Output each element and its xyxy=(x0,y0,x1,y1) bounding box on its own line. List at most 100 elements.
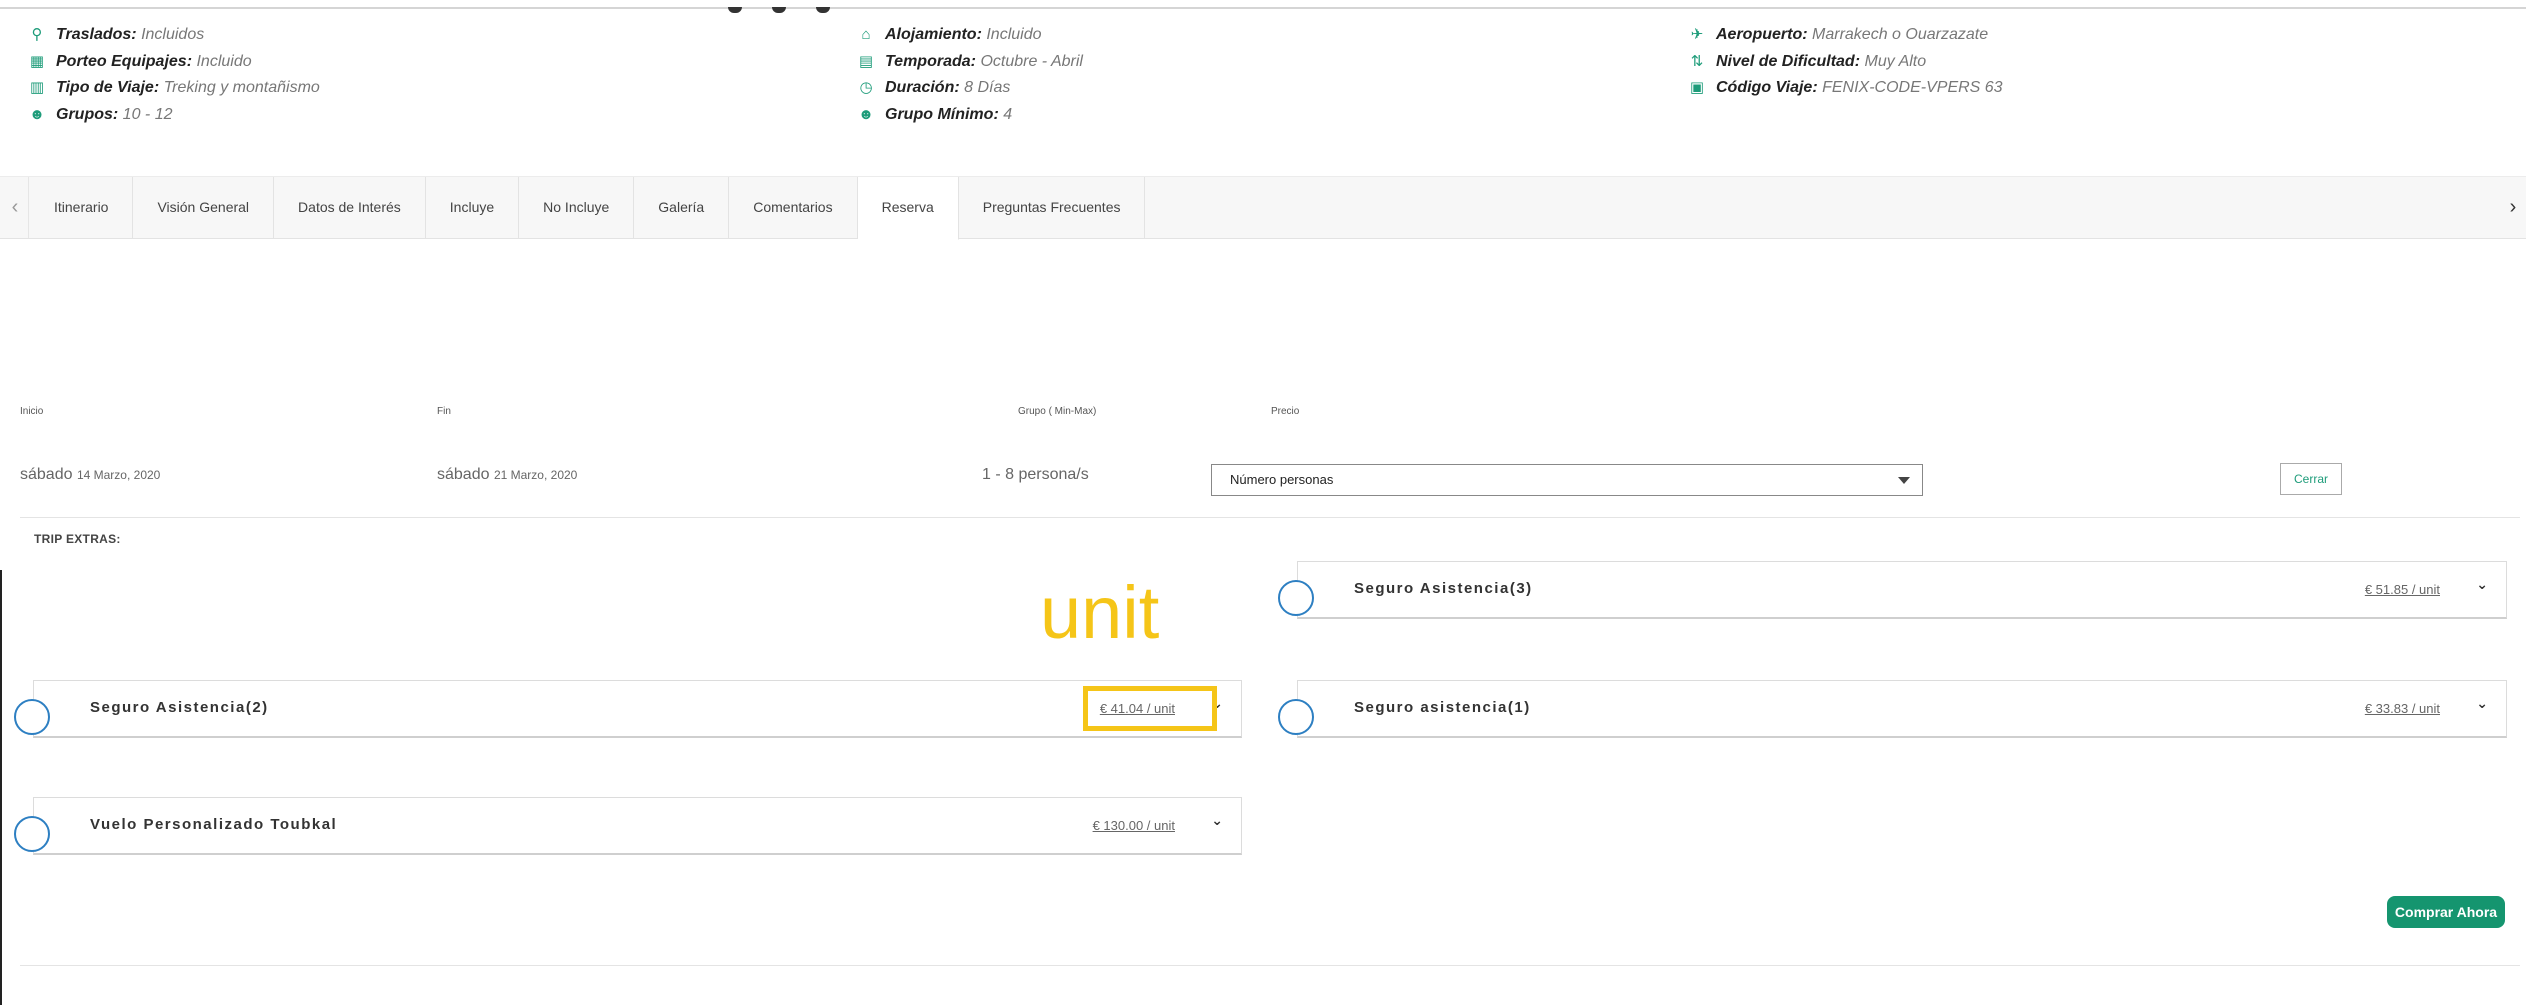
close-button[interactable]: Cerrar xyxy=(2280,463,2342,495)
info-colon: : xyxy=(131,26,142,43)
info-key: Grupo Mínimo xyxy=(885,105,994,123)
info-alojamiento: ⌂ Alojamiento: Incluido xyxy=(857,24,1083,51)
header-grupo: Grupo ( Min-Max) xyxy=(1018,406,1097,417)
info-colon: : xyxy=(976,26,987,43)
annotation-label: unit xyxy=(1040,571,1160,654)
extra-price-link[interactable]: € 51.85 / unit xyxy=(2365,582,2440,597)
info-value: 10 - 12 xyxy=(122,105,173,123)
extra-card-seguro-1[interactable]: Seguro asistencia(1) € 33.83 / unit ⌄ xyxy=(1278,680,2507,738)
info-porteo: ▦ Porteo Equipajes: Incluido xyxy=(28,51,320,78)
chevron-down-icon[interactable]: ⌄ xyxy=(1211,812,1223,829)
info-key: Porteo Equipajes xyxy=(56,52,187,70)
info-value: 8 Días xyxy=(964,79,1011,96)
info-key: Código Viaje xyxy=(1716,79,1813,96)
tab-itinerario[interactable]: Itinerario xyxy=(30,177,134,238)
tab-galeria[interactable]: Galería xyxy=(634,177,730,238)
info-colon: : xyxy=(1812,79,1823,96)
info-column-3: ✈ Aeropuerto: Marrakech o Ouarzazate ⇅ Niv… xyxy=(1688,24,2003,104)
header-fin: Fin xyxy=(437,406,451,417)
extra-card-seguro-3[interactable]: Seguro Asistencia(3) € 51.85 / unit ⌄ xyxy=(1278,561,2507,619)
cropped-header-fragment xyxy=(728,0,988,13)
extra-name: Seguro Asistencia(2) xyxy=(90,699,269,716)
info-key: Tipo de Viaje xyxy=(56,79,154,96)
info-colon: : xyxy=(1802,26,1813,43)
chevron-left-icon[interactable]: ‹ xyxy=(2,177,29,238)
info-temporada: ▤ Temporada: Octubre - Abril xyxy=(857,51,1083,78)
divider xyxy=(20,517,2520,518)
highlight-box xyxy=(1083,686,1217,731)
clock-icon: ◷ xyxy=(859,79,873,96)
select-value: Número personas xyxy=(1230,472,1334,487)
luggage-icon: ▦ xyxy=(29,52,45,70)
info-value: FENIX-CODE-VPERS 63 xyxy=(1822,79,2003,96)
start-date-cell: sábado 14 Marzo, 2020 xyxy=(20,466,160,484)
buy-now-button[interactable]: Comprar Ahora xyxy=(2387,896,2505,928)
extra-radio[interactable] xyxy=(1278,580,1314,616)
left-edge-line xyxy=(0,570,2,1005)
tab-vision-general[interactable]: Visión General xyxy=(133,177,275,238)
map-pin-icon: ⚲ xyxy=(31,26,43,43)
header-inicio: Inicio xyxy=(20,406,44,417)
extra-price-link[interactable]: € 130.00 / unit xyxy=(1093,818,1175,833)
qr-code-icon: ▣ xyxy=(1689,79,1705,96)
group-icon: ☻ xyxy=(29,105,45,123)
info-column-2: ⌂ Alojamiento: Incluido ▤ Temporada: Octub… xyxy=(857,24,1083,130)
start-day: sábado xyxy=(20,466,73,483)
home-icon: ⌂ xyxy=(861,26,871,43)
info-colon: : xyxy=(153,79,164,96)
info-dificultad: ⇅ Nivel de Dificultad: Muy Alto xyxy=(1688,51,2003,78)
info-duracion: ◷ Duración: 8 Días xyxy=(857,77,1083,104)
extra-card-vuelo-toubkal[interactable]: Vuelo Personalizado Toubkal € 130.00 / u… xyxy=(14,797,1242,855)
tab-incluye[interactable]: Incluye xyxy=(426,177,520,238)
trip-extras-heading: TRIP EXTRAS: xyxy=(34,532,121,546)
chevron-right-icon[interactable]: › xyxy=(2500,177,2526,238)
tab-datos-de-interes[interactable]: Datos de Interés xyxy=(274,177,426,238)
extra-name: Vuelo Personalizado Toubkal xyxy=(90,816,338,833)
info-column-1: ⚲ Traslados: Incluidos ▦ Porteo Equipajes:… xyxy=(28,24,320,130)
info-codigo: ▣ Código Viaje: FENIX-CODE-VPERS 63 xyxy=(1688,77,2003,104)
info-value: Muy Alto xyxy=(1864,52,1927,70)
group-size: 1 - 8 persona/s xyxy=(982,466,1089,483)
info-tipo-viaje: ▥ Tipo de Viaje: Treking y montañismo xyxy=(28,77,320,104)
info-value: 4 xyxy=(1003,105,1013,123)
extra-card-seguro-2[interactable]: Seguro Asistencia(2) € 41.04 / unit ⌄ xyxy=(14,680,1242,738)
end-date: 21 Marzo, 2020 xyxy=(493,468,578,482)
info-key: Duración xyxy=(885,79,955,96)
tab-preguntas-frecuentes[interactable]: Preguntas Frecuentes xyxy=(959,177,1146,238)
tab-bar: ‹ Itinerario Visión General Datos de Int… xyxy=(0,176,2526,240)
info-value: Incluidos xyxy=(141,26,205,43)
tab-reserva[interactable]: Reserva xyxy=(857,177,959,240)
info-colon: : xyxy=(112,105,123,123)
end-day: sábado xyxy=(437,466,490,483)
chevron-down-icon[interactable]: ⌄ xyxy=(2476,576,2488,593)
info-aeropuerto: ✈ Aeropuerto: Marrakech o Ouarzazate xyxy=(1688,24,2003,51)
tab-list: Itinerario Visión General Datos de Inter… xyxy=(30,177,1146,240)
chevron-down-icon[interactable]: ⌄ xyxy=(2476,695,2488,712)
tab-no-incluye[interactable]: No Incluye xyxy=(519,177,635,238)
info-colon: : xyxy=(970,52,981,70)
info-colon: : xyxy=(993,105,1004,123)
extra-radio[interactable] xyxy=(1278,699,1314,735)
info-key: Temporada xyxy=(885,52,971,70)
calendar-icon: ▤ xyxy=(858,52,874,70)
group-icon: ☻ xyxy=(858,105,874,123)
info-traslados: ⚲ Traslados: Incluidos xyxy=(28,24,320,51)
extra-name: Seguro asistencia(1) xyxy=(1354,699,1531,716)
info-value: Marrakech o Ouarzazate xyxy=(1812,26,1989,43)
info-value: Incluido xyxy=(196,52,252,70)
tab-comentarios[interactable]: Comentarios xyxy=(729,177,858,238)
info-key: Grupos xyxy=(56,105,113,123)
info-value: Incluido xyxy=(986,26,1042,43)
bottom-divider xyxy=(20,965,2520,966)
extra-price-link[interactable]: € 33.83 / unit xyxy=(2365,701,2440,716)
info-value: Treking y montañismo xyxy=(163,79,320,96)
header-precio: Precio xyxy=(1271,406,1300,417)
extra-radio[interactable] xyxy=(14,699,50,735)
info-colon: : xyxy=(954,79,965,96)
info-key: Nivel de Dificultad xyxy=(1716,52,1855,70)
number-of-people-select[interactable]: Número personas xyxy=(1211,464,1923,496)
info-grupo-minimo: ☻ Grupo Mínimo: 4 xyxy=(857,104,1083,131)
info-grupos: ☻ Grupos: 10 - 12 xyxy=(28,104,320,131)
info-key: Traslados xyxy=(56,26,132,43)
extra-radio[interactable] xyxy=(14,816,50,852)
